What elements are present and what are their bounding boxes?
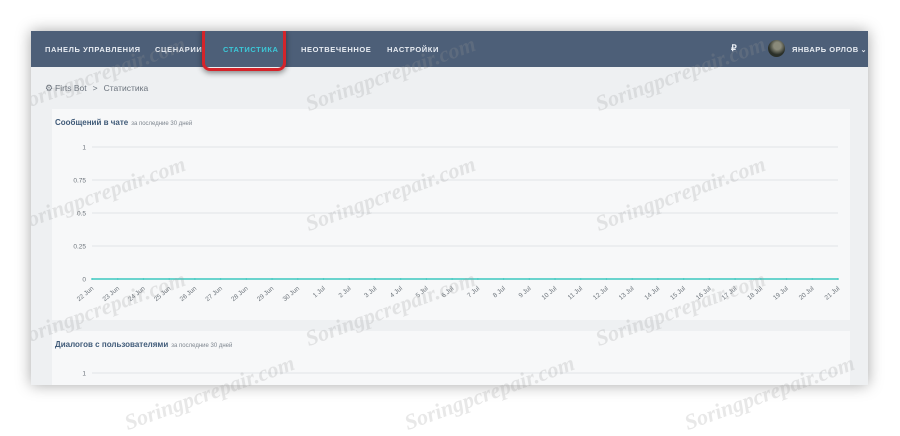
data-point [579,278,582,280]
x-tick-label: 13 Jul [618,285,636,302]
data-point [219,278,222,280]
x-tick-label: 25 Jun [153,285,173,303]
x-tick-label: 26 Jun [179,285,199,303]
nav-item-unanswered[interactable]: НЕОТВЕЧЕННОЕ [301,45,371,54]
data-point [348,278,351,280]
breadcrumb-current: Статистика [103,83,149,93]
data-point [245,278,248,280]
breadcrumb-bot-link[interactable]: Firts Bot [55,83,87,93]
x-tick-label: 10 Jul [541,285,559,302]
data-point [502,278,505,280]
x-tick-label: 14 Jul [643,285,661,302]
data-point [451,278,454,280]
data-point [759,278,762,280]
data-point [374,278,376,280]
x-tick-label: 16 Jul [695,285,713,302]
data-point [193,278,196,280]
data-point [425,278,428,280]
user-menu[interactable]: ЯНВАРЬ ОРЛОВ ⌄ [792,45,867,54]
data-point [657,278,659,280]
data-point [142,278,145,280]
x-tick-label: 15 Jul [669,285,687,302]
data-point [785,278,788,280]
x-tick-label: 18 Jul [746,285,764,302]
data-point [271,278,273,280]
y-tick-label: 1 [82,145,86,152]
data-point [322,278,325,280]
y-tick-label: 0.5 [77,211,86,218]
data-point [296,278,299,280]
data-point [811,278,814,280]
x-tick-label: 27 Jun [204,285,224,303]
breadcrumb-separator: > [92,83,98,93]
x-tick-label: 6 Jul [440,285,455,300]
x-tick-label: 8 Jul [492,285,507,300]
x-tick-label: 28 Jun [230,285,250,303]
x-tick-label: 23 Jun [102,285,122,303]
data-point [528,278,531,280]
data-point [116,278,119,280]
highlight-frame [202,31,286,71]
x-tick-label: 5 Jul [415,285,430,300]
nav-item-dashboard[interactable]: ПАНЕЛЬ УПРАВЛЕНИЯ [45,45,141,54]
top-navigation-bar: ПАНЕЛЬ УПРАВЛЕНИЯ СЦЕНАРИИ СТАТИСТИКА НЕ… [31,31,868,71]
x-tick-label: 29 Jun [256,285,276,303]
y-tick-label: 0.25 [73,244,86,251]
y-tick-label: 0.75 [73,178,86,185]
x-tick-label: 21 Jul [823,285,841,302]
app-window: ПАНЕЛЬ УПРАВЛЕНИЯ СЦЕНАРИИ СТАТИСТИКА НЕ… [31,31,868,385]
x-tick-label: 17 Jul [721,285,739,302]
data-point [631,278,634,280]
y-tick-label: 1 [82,371,86,378]
nav-item-scenarios[interactable]: СЦЕНАРИИ [155,45,202,54]
data-point [476,278,479,280]
x-tick-label: 22 Jun [76,285,96,303]
x-tick-label: 2 Jul [338,285,353,300]
x-tick-label: 9 Jul [518,285,533,300]
data-point [837,278,839,280]
data-point [605,278,608,280]
data-point [734,278,737,280]
dialogs-chart: 1 [82,371,838,378]
x-tick-label: 30 Jun [282,285,302,303]
data-point [168,278,171,280]
x-tick-label: 7 Jul [466,285,481,300]
data-point [91,278,93,280]
avatar[interactable] [768,40,785,57]
x-tick-label: 24 Jun [127,285,147,303]
x-tick-label: 19 Jul [772,285,790,302]
currency-icon[interactable]: ₽ [731,43,737,54]
chevron-down-icon: ⌄ [860,47,867,54]
x-tick-label: 12 Jul [592,285,610,302]
x-tick-label: 4 Jul [389,285,404,300]
nav-item-settings[interactable]: НАСТРОЙКИ [387,45,439,54]
y-tick-label: 0 [82,277,86,284]
data-point [682,278,685,280]
chart-card-messages: Сообщений в чате за последние 30 дней 1 0.… [52,109,850,320]
messages-chart: 1 0.75 0.5 0.25 022 Jun 23 Jun 24 Jun 25 Jun 26 … [73,145,841,304]
data-point [708,278,711,280]
breadcrumb: ⚙ Firts Bot > Статистика [45,83,148,94]
robot-icon: ⚙ [45,83,54,93]
user-name-label: ЯНВАРЬ ОРЛОВ [792,45,859,54]
data-point [554,278,556,280]
x-tick-label: 11 Jul [567,285,585,302]
x-tick-label: 1 Jul [312,285,327,300]
x-tick-label: 20 Jul [798,285,816,302]
chart-card-dialogs: Диалогов с пользователями за последние 30… [52,331,850,385]
data-point [399,278,402,280]
x-tick-label: 3 Jul [363,285,378,300]
